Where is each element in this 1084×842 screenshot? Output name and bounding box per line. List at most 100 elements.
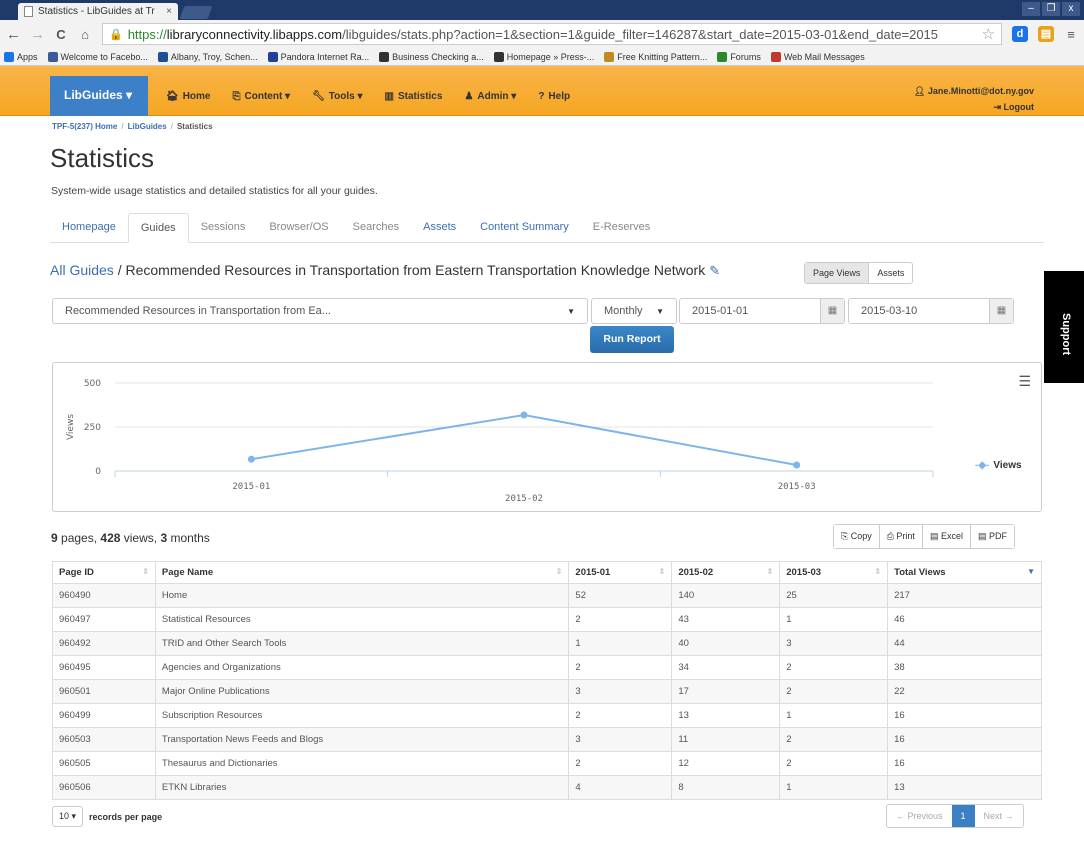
guide-select[interactable]: Recommended Resources in Transportation … xyxy=(52,298,588,324)
minimize-button[interactable]: – xyxy=(1022,2,1040,16)
bookmark-item[interactable]: Forums xyxy=(717,51,761,62)
table-row: 960501 Major Online Publications 3 17 2 22 xyxy=(52,679,1042,704)
data-point xyxy=(793,461,801,469)
browser-tab[interactable]: Statistics - LibGuides at Tr × xyxy=(18,3,178,20)
knit-icon xyxy=(604,51,615,62)
tab-sessions[interactable]: Sessions xyxy=(189,213,258,242)
libguides-menu[interactable]: LibGuides ▾ xyxy=(50,76,148,116)
table-cell: 1 xyxy=(779,607,889,632)
copy-button[interactable]: ⎘ Copy xyxy=(834,525,880,548)
y-tick-label: 0 xyxy=(95,467,101,477)
end-date-input[interactable]: 2015-03-10 ▦ xyxy=(848,298,1014,324)
nav-admin-label: Admin ▾ xyxy=(477,91,517,102)
tab-searches[interactable]: Searches xyxy=(341,213,411,242)
close-window-button[interactable]: x xyxy=(1062,2,1080,16)
url-input[interactable]: 🔒 https://libraryconnectivity.libapps.co… xyxy=(102,23,1002,45)
edit-icon[interactable]: ✎ xyxy=(709,263,720,278)
tab-guides[interactable]: Guides xyxy=(127,213,189,243)
nav-content[interactable]: ⎘ Content ▾ xyxy=(233,91,291,102)
all-guides-link[interactable]: All Guides xyxy=(50,262,114,278)
table-cell: 960505 xyxy=(52,751,156,776)
user-account[interactable]: 👤︎ Jane.Minotti@dot.ny.gov xyxy=(914,83,1034,99)
table-cell: Subscription Resources xyxy=(154,703,570,728)
table-cell: 1 xyxy=(568,631,673,656)
tab-close-icon[interactable]: × xyxy=(166,6,172,17)
extension-d-icon[interactable]: d xyxy=(1012,26,1028,42)
bookmark-item[interactable]: Pandora Internet Ra... xyxy=(267,51,369,62)
nav-admin[interactable]: ♟ Admin ▾ xyxy=(464,91,516,102)
nav-home-label: Home xyxy=(182,91,211,102)
guide-heading: All Guides / Recommended Resources in Tr… xyxy=(50,262,720,279)
maximize-button[interactable]: ❐ xyxy=(1042,2,1060,16)
menu-icon[interactable]: ≡ xyxy=(1064,27,1078,42)
tab-e-reserves[interactable]: E-Reserves xyxy=(581,213,662,242)
table-cell: 960506 xyxy=(52,775,156,800)
run-report-button[interactable]: Run Report xyxy=(590,326,674,353)
logout-label: Logout xyxy=(1003,102,1035,112)
start-date-input[interactable]: 2015-01-01 ▦ xyxy=(679,298,845,324)
bookmark-item[interactable]: Web Mail Messages xyxy=(770,51,865,62)
bookmark-item[interactable]: Homepage » Press-... xyxy=(493,51,595,62)
col-page-name[interactable]: Page Name ⇕ xyxy=(154,561,570,584)
home-icon[interactable]: ⌂ xyxy=(78,27,92,42)
breadcrumb-libguides[interactable]: LibGuides xyxy=(128,122,167,131)
page-views-button[interactable]: Page Views xyxy=(805,263,870,283)
chevron-down-icon: ▼ xyxy=(567,306,575,316)
tab-content-summary[interactable]: Content Summary xyxy=(468,213,581,242)
breadcrumb-home[interactable]: TPF-5(237) Home xyxy=(52,122,117,131)
bookmark-item[interactable]: Welcome to Facebo... xyxy=(47,51,148,62)
col-page-id[interactable]: Page ID ⇕ xyxy=(52,561,156,584)
per-page-value: 10 xyxy=(59,811,70,821)
table-cell: 13 xyxy=(671,703,781,728)
assets-button[interactable]: Assets xyxy=(869,263,912,283)
calendar-icon[interactable]: ▦ xyxy=(820,299,844,323)
chart-legend[interactable]: -◆- Views xyxy=(975,460,1022,471)
bookmark-label: Homepage » Press-... xyxy=(506,51,595,62)
table-cell: 3 xyxy=(568,727,673,752)
col-2015-01-label: 2015-01 xyxy=(575,567,611,578)
col-2015-01[interactable]: 2015-01 ⇕ xyxy=(568,561,673,584)
new-tab-button[interactable] xyxy=(179,6,213,19)
home-nav-icon: 🏠︎ xyxy=(166,91,179,102)
tab-browser-os[interactable]: Browser/OS xyxy=(257,213,340,242)
reload-icon[interactable]: C xyxy=(54,27,68,42)
back-icon[interactable]: ← xyxy=(6,26,21,43)
period-select[interactable]: Monthly ▼ xyxy=(591,298,677,324)
view-toggle: Page Views Assets xyxy=(804,262,914,284)
nav-statistics-label: Statistics xyxy=(397,91,443,102)
tab-homepage[interactable]: Homepage xyxy=(50,213,128,242)
bookmark-item[interactable]: Business Checking a... xyxy=(379,51,484,62)
print-label: Print xyxy=(896,531,915,541)
table-cell: 1 xyxy=(779,703,889,728)
bookmark-item[interactable]: Free Knitting Pattern... xyxy=(604,51,707,62)
col-2015-03[interactable]: 2015-03 ⇕ xyxy=(779,561,889,584)
print-button[interactable]: ⎙ Print xyxy=(879,525,923,548)
nav-tools[interactable]: 🔧︎ Tools ▾ xyxy=(312,91,362,102)
bookmark-item[interactable]: Apps xyxy=(4,51,38,62)
nav-help[interactable]: ? Help xyxy=(538,91,570,102)
excel-button[interactable]: ▤ Excel xyxy=(922,525,971,548)
col-page-name-label: Page Name xyxy=(161,567,214,578)
tu-icon xyxy=(157,51,168,62)
chart-menu-icon[interactable]: ☰ xyxy=(1018,373,1031,390)
nav-home[interactable]: 🏠︎ Home xyxy=(166,91,211,102)
forum-icon xyxy=(717,51,728,62)
forward-icon[interactable]: → xyxy=(30,26,45,43)
col-total-views[interactable]: Total Views ▼ xyxy=(887,561,1042,584)
page-1-button[interactable]: 1 xyxy=(951,805,975,827)
col-2015-02[interactable]: 2015-02 ⇕ xyxy=(671,561,781,584)
bookmark-star-icon[interactable]: ☆ xyxy=(982,25,995,43)
bookmark-item[interactable]: Albany, Troy, Schen... xyxy=(157,51,258,62)
pdf-button[interactable]: ▤ PDF xyxy=(970,525,1014,548)
nav-statistics[interactable]: ▥ Statistics xyxy=(385,91,443,102)
user-email: Jane.Minotti@dot.ny.gov xyxy=(927,86,1034,96)
support-tab[interactable]: Support xyxy=(1044,271,1084,383)
tab-assets[interactable]: Assets xyxy=(411,213,468,242)
calendar-icon[interactable]: ▦ xyxy=(989,299,1013,323)
per-page-select[interactable]: 10 ▾ xyxy=(52,806,84,827)
extension-book-icon[interactable]: ▤ xyxy=(1038,26,1054,42)
previous-page-button[interactable]: ← Previous xyxy=(887,805,952,827)
logout-link[interactable]: ⇥ Logout xyxy=(914,99,1034,115)
next-page-button[interactable]: Next → xyxy=(975,805,1023,827)
table-cell: 11 xyxy=(671,727,781,752)
